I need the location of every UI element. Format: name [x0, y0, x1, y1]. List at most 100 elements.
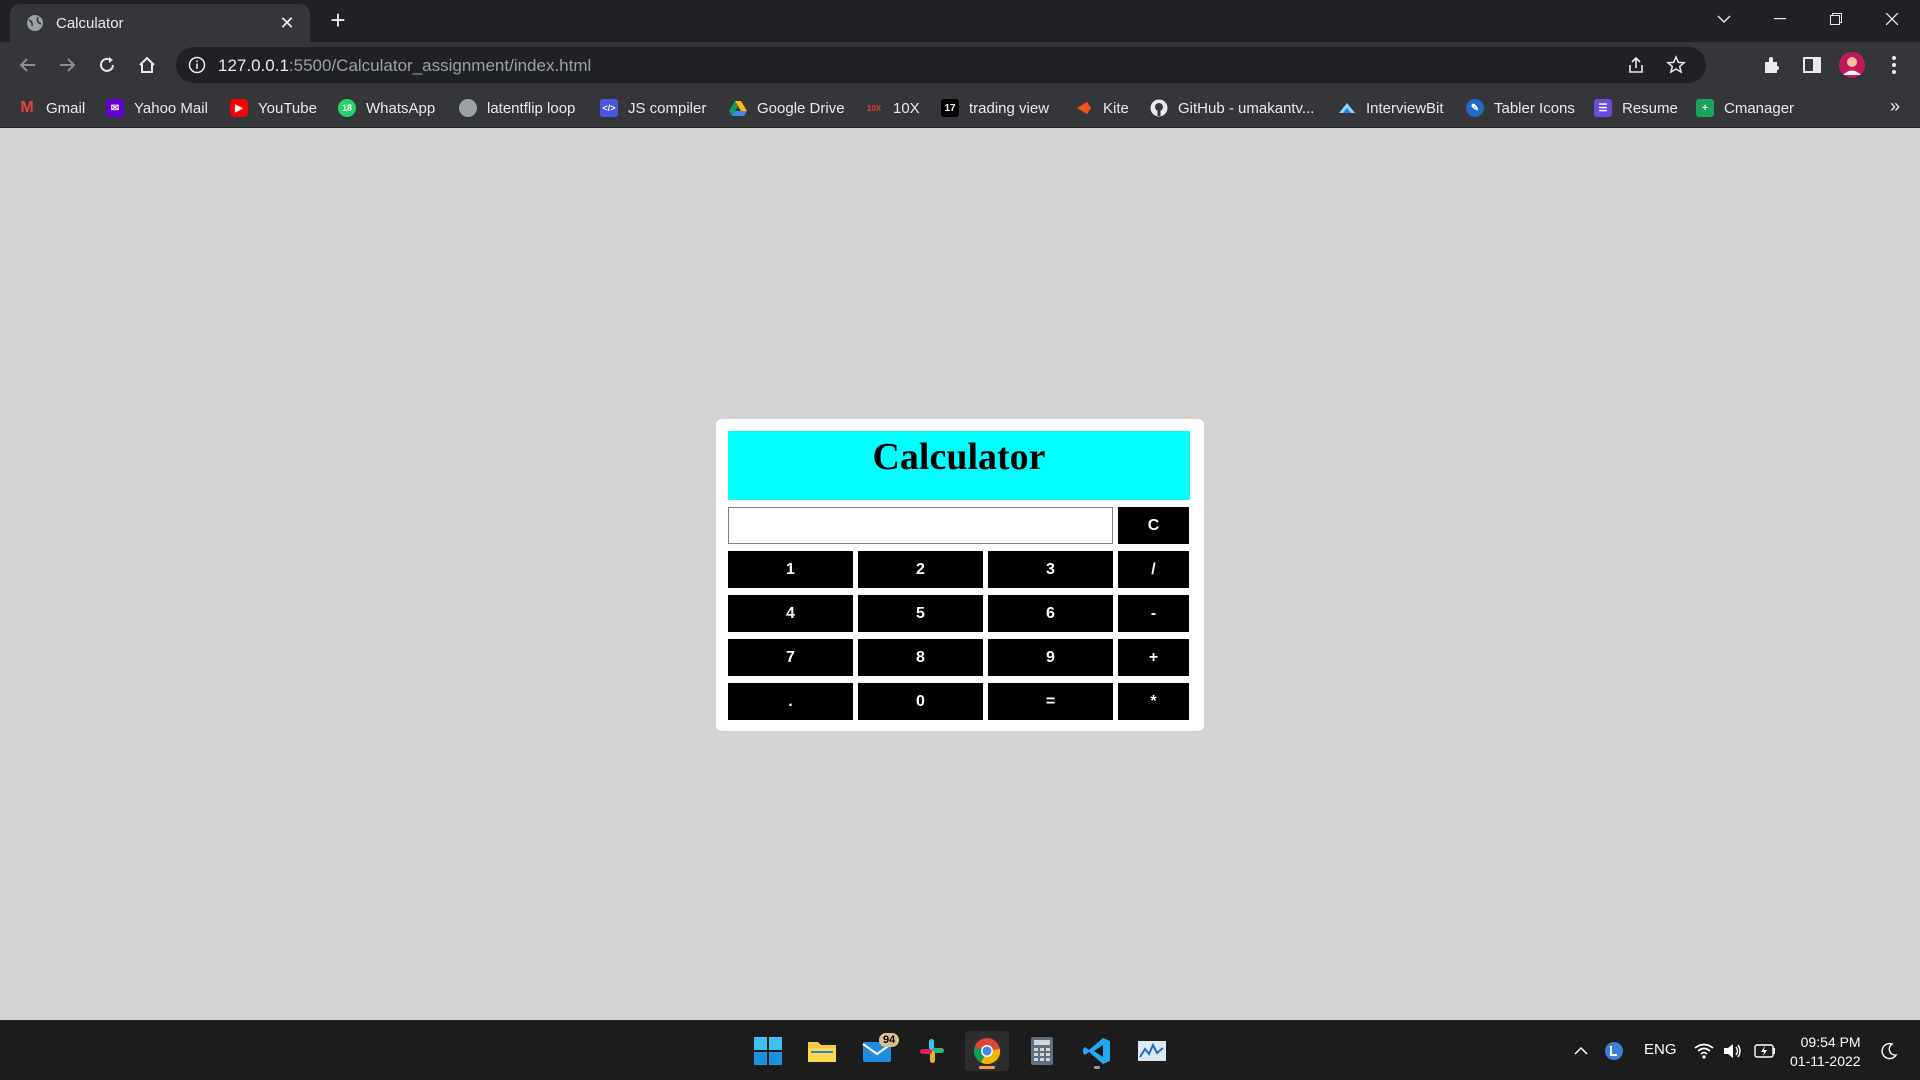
calculator-header: Calculator	[728, 431, 1190, 500]
tab-search-icon[interactable]	[1696, 0, 1752, 38]
bookmark-kite[interactable]: Kite	[1075, 97, 1129, 119]
bookmark-yahoo-mail[interactable]: ✉ Yahoo Mail	[106, 97, 208, 119]
yahoo-mail-icon: ✉	[106, 99, 124, 117]
clock-time: 09:54 PM	[1800, 1034, 1861, 1050]
bookmark-google-drive[interactable]: Google Drive	[729, 97, 845, 119]
chrome-button[interactable]	[965, 1031, 1009, 1071]
code-icon: </>	[600, 99, 618, 117]
calculator-app-icon	[1031, 1037, 1053, 1065]
mail-unread-badge: 94	[879, 1033, 900, 1047]
key-4-button[interactable]: 4	[728, 595, 853, 632]
profile-avatar[interactable]	[1838, 51, 1866, 79]
key-6-button[interactable]: 6	[988, 595, 1113, 632]
active-app-indicator	[979, 1066, 995, 1069]
tenx-icon: 10X	[866, 103, 882, 113]
share-icon[interactable]	[1626, 55, 1646, 75]
close-tab-icon[interactable]: ✕	[276, 12, 298, 34]
bookmark-gmail[interactable]: M Gmail	[18, 97, 85, 119]
chrome-icon	[973, 1038, 1001, 1065]
clock-date: 01-11-2022	[1790, 1053, 1861, 1069]
mail-button[interactable]: 94	[855, 1031, 900, 1071]
bookmark-youtube[interactable]: ▶ YouTube	[230, 97, 317, 119]
wifi-icon[interactable]	[1694, 1021, 1714, 1080]
folder-icon	[808, 1042, 836, 1062]
resume-icon: ☰	[1594, 99, 1612, 117]
site-info-icon[interactable]	[188, 56, 206, 74]
gmail-icon: M	[20, 99, 34, 116]
calculator-container: Calculator C 1 2 3 / 4 5 6 - 7 8 9 + . 0…	[716, 419, 1204, 731]
file-explorer-button[interactable]	[800, 1031, 844, 1071]
bookmark-latentflip-loop[interactable]: latentflip loop	[459, 97, 575, 119]
language-indicator[interactable]: ENG	[1644, 1041, 1677, 1058]
system-clock[interactable]: 09:54 PM 01-11-2022	[1790, 1033, 1861, 1071]
tab-calculator[interactable]: Calculator ✕	[10, 4, 310, 42]
subtract-button[interactable]: -	[1118, 595, 1189, 632]
bookmark-10x[interactable]: 10X 10X	[865, 97, 920, 119]
interviewbit-icon	[1339, 103, 1355, 113]
key-1-button[interactable]: 1	[728, 551, 853, 588]
bookmark-js-compiler[interactable]: </> JS compiler	[600, 97, 706, 119]
whatsapp-icon: 18	[338, 99, 356, 117]
calculator-keypad: C 1 2 3 / 4 5 6 - 7 8 9 + . 0 = *	[728, 507, 1192, 720]
bookmark-trading-view[interactable]: 17 trading view	[941, 97, 1049, 119]
decimal-button[interactable]: .	[728, 683, 853, 720]
key-7-button[interactable]: 7	[728, 639, 853, 676]
bookmark-interviewbit[interactable]: InterviewBit	[1338, 97, 1444, 119]
tab-title: Calculator	[56, 14, 124, 32]
reload-icon[interactable]	[93, 51, 121, 79]
calculator-title: Calculator	[872, 436, 1046, 478]
youtube-icon: ▶	[230, 99, 248, 117]
bookmark-cmanager[interactable]: + Cmanager	[1696, 97, 1794, 119]
calculator-app-button[interactable]	[1020, 1031, 1064, 1071]
clear-button[interactable]: C	[1118, 507, 1189, 544]
vscode-button[interactable]	[1075, 1031, 1119, 1071]
extensions-icon[interactable]	[1758, 51, 1786, 79]
key-0-button[interactable]: 0	[858, 683, 983, 720]
bookmark-whatsapp[interactable]: 18 WhatsApp	[338, 97, 435, 119]
key-9-button[interactable]: 9	[988, 639, 1113, 676]
monitor-app-button[interactable]	[1130, 1031, 1174, 1071]
bookmark-tabler-icons[interactable]: ✎ Tabler Icons	[1466, 97, 1575, 119]
side-panel-icon[interactable]	[1798, 51, 1826, 79]
key-8-button[interactable]: 8	[858, 639, 983, 676]
windows-start-icon	[754, 1037, 782, 1065]
more-bookmarks-chevron-icon[interactable]: »	[1890, 96, 1900, 117]
tab-strip: Calculator ✕ +	[0, 0, 1920, 42]
bookmark-resume[interactable]: ☰ Resume	[1594, 97, 1678, 119]
start-button[interactable]	[746, 1031, 790, 1071]
key-5-button[interactable]: 5	[858, 595, 983, 632]
globe-icon	[27, 15, 43, 31]
cmanager-icon: +	[1696, 99, 1714, 117]
key-3-button[interactable]: 3	[988, 551, 1113, 588]
close-window-icon[interactable]	[1864, 0, 1920, 38]
minimize-icon[interactable]	[1752, 0, 1808, 38]
key-2-button[interactable]: 2	[858, 551, 983, 588]
bookmark-github[interactable]: GitHub - umakantv...	[1150, 97, 1314, 119]
show-hidden-icons-chevron-icon[interactable]	[1574, 1021, 1588, 1080]
bookmark-star-icon[interactable]	[1666, 55, 1686, 75]
tradingview-icon: 17	[941, 99, 959, 117]
equals-button[interactable]: =	[988, 683, 1113, 720]
slack-icon	[920, 1039, 944, 1063]
calculator-display[interactable]	[728, 507, 1113, 544]
back-arrow-icon[interactable]	[14, 51, 42, 79]
restore-icon[interactable]	[1808, 0, 1864, 38]
slack-button[interactable]	[910, 1031, 954, 1071]
url-text: 127.0.0.1:5500/Calculator_assignment/ind…	[218, 56, 592, 75]
address-bar[interactable]: 127.0.0.1:5500/Calculator_assignment/ind…	[176, 47, 1706, 83]
volume-icon[interactable]	[1723, 1021, 1743, 1080]
running-app-indicator	[1094, 1066, 1100, 1069]
battery-icon[interactable]	[1754, 1021, 1776, 1080]
home-icon[interactable]	[133, 51, 161, 79]
menu-kebab-icon[interactable]	[1880, 51, 1908, 79]
focus-moon-icon[interactable]	[1880, 1021, 1898, 1080]
add-button[interactable]: +	[1118, 639, 1189, 676]
tray-app-icon[interactable]	[1604, 1021, 1624, 1080]
forward-arrow-icon[interactable]	[53, 51, 81, 79]
bookmarks-bar: M Gmail ✉ Yahoo Mail ▶ YouTube 18 WhatsA…	[0, 88, 1920, 128]
google-drive-icon	[729, 101, 747, 116]
multiply-button[interactable]: *	[1118, 683, 1189, 720]
vscode-icon	[1083, 1038, 1110, 1064]
new-tab-button[interactable]: +	[325, 7, 351, 34]
divide-button[interactable]: /	[1118, 551, 1189, 588]
